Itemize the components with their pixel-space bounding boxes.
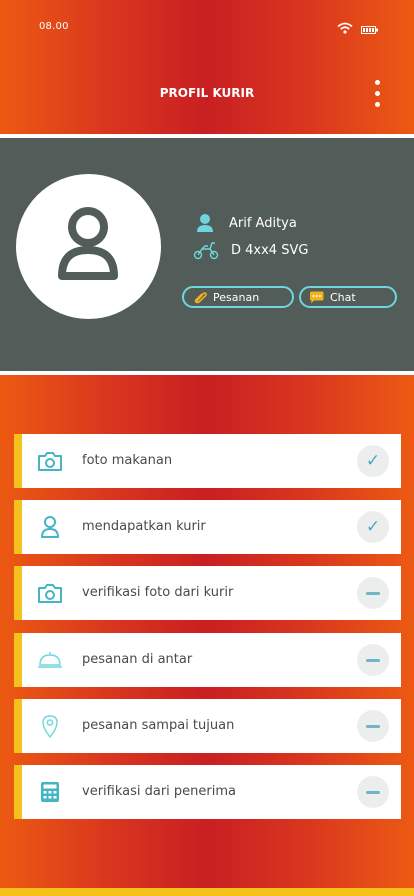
courier-profile-card: Arif Aditya D 4xx4 SVG Pesanan Chat	[0, 138, 414, 371]
step-label: verifikasi dari penerima	[82, 784, 237, 799]
courier-name: Arif Aditya	[229, 215, 297, 231]
step-status-done: ✓	[357, 511, 389, 543]
check-icon: ✓	[365, 516, 381, 537]
order-progress-section: foto makanan ✓ mendapatkan kurir ✓ verif…	[0, 375, 414, 896]
courier-plate: D 4xx4 SVG	[231, 242, 309, 258]
minus-icon	[366, 658, 380, 662]
battery-icon	[361, 26, 378, 34]
step-item: pesanan sampai tujuan	[14, 699, 401, 753]
step-status-pending	[357, 776, 389, 808]
step-label: pesanan sampai tujuan	[82, 718, 235, 733]
camera-icon	[36, 447, 64, 475]
orders-button-label: Pesanan	[213, 290, 260, 304]
step-label: mendapatkan kurir	[82, 519, 206, 534]
food-cloche-icon	[36, 646, 64, 674]
bottom-strip	[0, 888, 414, 896]
person-icon	[197, 214, 213, 232]
page-title: PROFIL KURIR	[159, 86, 255, 100]
minus-icon	[366, 591, 380, 595]
menu-dot	[375, 91, 380, 96]
step-status-pending	[357, 644, 389, 676]
chat-button[interactable]: Chat	[299, 286, 397, 308]
orders-button[interactable]: Pesanan	[182, 286, 294, 308]
app-header: 08.00 PROFIL KURIR	[0, 0, 414, 134]
chat-bubble-icon	[309, 291, 324, 304]
step-status-done: ✓	[357, 445, 389, 477]
step-label: verifikasi foto dari kurir	[82, 585, 234, 600]
step-status-pending	[357, 577, 389, 609]
scooter-icon	[193, 242, 219, 260]
step-item: verifikasi dari penerima	[14, 765, 401, 819]
step-item: verifikasi foto dari kurir	[14, 566, 401, 620]
calculator-icon	[36, 778, 64, 806]
wifi-icon	[337, 22, 353, 34]
menu-dot	[375, 80, 380, 85]
menu-dot	[375, 102, 380, 107]
step-status-pending	[357, 710, 389, 742]
step-item: pesanan di antar	[14, 633, 401, 687]
minus-icon	[366, 790, 380, 794]
chat-button-label: Chat	[330, 290, 356, 304]
step-item: foto makanan ✓	[14, 434, 401, 488]
step-label: foto makanan	[82, 453, 173, 468]
courier-name-row: Arif Aditya	[193, 213, 297, 233]
courier-plate-row: D 4xx4 SVG	[193, 240, 308, 260]
user-icon	[58, 207, 118, 280]
step-label: pesanan di antar	[82, 652, 193, 667]
paperclip-icon	[192, 291, 207, 304]
person-icon	[36, 513, 64, 541]
minus-icon	[366, 724, 380, 728]
location-pin-icon	[36, 712, 64, 740]
status-time: 08.00	[39, 21, 69, 32]
camera-icon	[36, 579, 64, 607]
check-icon: ✓	[365, 450, 381, 471]
step-item: mendapatkan kurir ✓	[14, 500, 401, 554]
more-menu-button[interactable]	[370, 78, 384, 110]
avatar	[16, 174, 161, 319]
